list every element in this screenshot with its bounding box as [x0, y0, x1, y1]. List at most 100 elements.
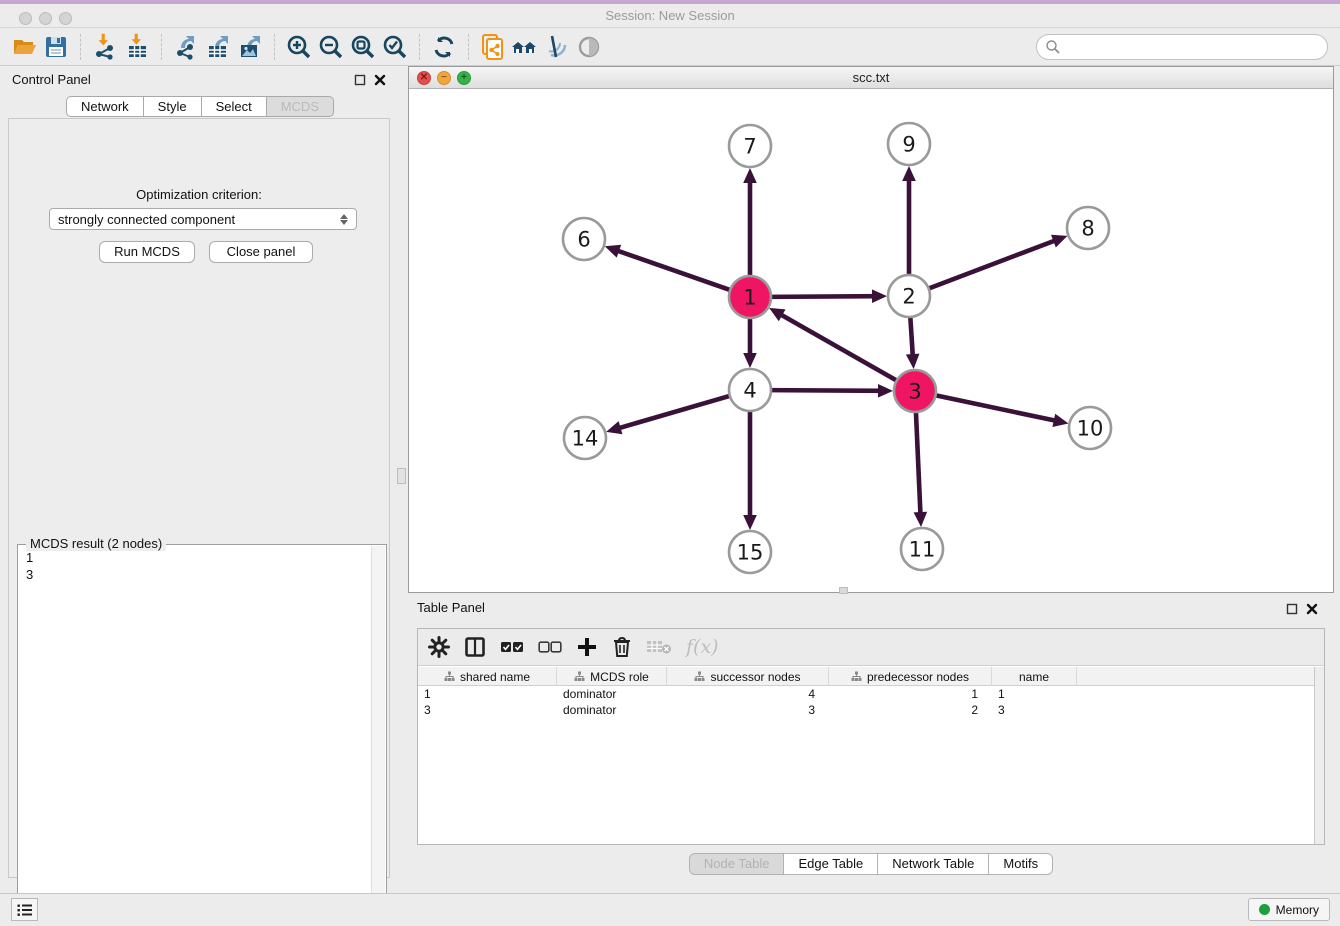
graph-node-label-14: 14 — [572, 427, 599, 451]
graph-edge-4-14[interactable] — [617, 395, 732, 428]
mcds-result-list[interactable]: 1 3 — [20, 549, 370, 918]
attribute-tree-icon — [444, 671, 455, 682]
add-column-icon[interactable] — [576, 632, 598, 662]
float-panel-icon[interactable] — [1286, 603, 1298, 615]
export-image-icon[interactable] — [234, 31, 266, 63]
graph-node-label-6: 6 — [577, 228, 590, 252]
zoom-selected-icon[interactable] — [379, 31, 411, 63]
close-panel-icon[interactable] — [374, 74, 386, 86]
graph-edge-arrowhead — [743, 515, 757, 530]
cell-MCDS-role[interactable]: dominator — [557, 702, 667, 718]
apply-layout-icon[interactable] — [428, 31, 460, 63]
delete-table-icon — [646, 632, 672, 662]
optimization-criterion-select[interactable]: strongly connected component — [49, 208, 357, 230]
graph-edge-arrowhead — [743, 353, 757, 368]
column-header-successor-nodes[interactable]: successor nodes — [667, 667, 829, 686]
cell-successor-nodes[interactable]: 3 — [667, 702, 829, 718]
column-header-shared-name[interactable]: shared name — [418, 667, 557, 686]
memory-status-icon — [1259, 904, 1270, 915]
toolbar-separator — [274, 34, 275, 60]
close-panel-icon[interactable] — [1306, 603, 1318, 615]
toolbar-separator — [468, 34, 469, 60]
attribute-tree-icon — [694, 671, 705, 682]
close-panel-button[interactable]: Close panel — [209, 241, 313, 263]
result-scrollbar[interactable] — [371, 546, 385, 919]
search-field[interactable] — [1036, 34, 1328, 60]
new-network-icon[interactable] — [477, 31, 509, 63]
export-network-icon[interactable] — [170, 31, 202, 63]
column-header-filler — [1077, 667, 1314, 686]
run-mcds-button[interactable]: Run MCDS — [99, 241, 195, 263]
tab-select[interactable]: Select — [202, 96, 267, 117]
table-row[interactable]: 3dominator323 — [418, 702, 1314, 718]
network-canvas[interactable]: 1234678910111415 — [409, 89, 1333, 592]
open-file-icon[interactable] — [8, 31, 40, 63]
cell-successor-nodes[interactable]: 4 — [667, 686, 829, 702]
deselect-all-icon[interactable] — [538, 632, 562, 662]
import-table-icon[interactable] — [121, 31, 153, 63]
control-panel-title: Control Panel — [12, 72, 91, 87]
graph-node-label-3: 3 — [908, 380, 921, 404]
table-toolbar: f(x) — [418, 629, 1324, 666]
zoom-in-icon[interactable] — [283, 31, 315, 63]
search-input[interactable] — [1061, 37, 1327, 57]
graph-edge-1-2[interactable] — [769, 296, 876, 297]
export-table-icon[interactable] — [202, 31, 234, 63]
graph-edge-2-8[interactable] — [927, 240, 1057, 290]
graph-edge-1-6[interactable] — [615, 250, 732, 291]
graph-node-label-8: 8 — [1081, 217, 1094, 241]
node-table-container: f(x) shared nameMCDS rolesuccessor nodes… — [417, 628, 1325, 845]
zoom-out-icon[interactable] — [315, 31, 347, 63]
hide-selected-icon[interactable] — [541, 31, 573, 63]
tab-network[interactable]: Network — [66, 96, 144, 117]
network-window-title: scc.txt — [409, 70, 1333, 85]
import-network-icon[interactable] — [89, 31, 121, 63]
tab-network-table[interactable]: Network Table — [878, 853, 989, 875]
memory-button[interactable]: Memory — [1248, 898, 1330, 921]
first-neighbors-icon[interactable] — [509, 31, 541, 63]
task-history-button[interactable] — [11, 898, 38, 921]
mcds-result-group: MCDS result (2 nodes) 1 3 — [17, 544, 387, 921]
column-header-MCDS-role[interactable]: MCDS role — [557, 667, 667, 686]
tab-motifs[interactable]: Motifs — [989, 853, 1053, 875]
cell-shared-name[interactable]: 3 — [418, 702, 557, 718]
show-graphics-details-icon[interactable] — [573, 31, 605, 63]
graph-edge-arrowhead — [605, 245, 621, 258]
split-view-icon[interactable] — [464, 632, 486, 662]
attribute-tree-icon — [851, 671, 862, 682]
table-body: 1dominator4113dominator323 — [418, 686, 1314, 844]
select-all-icon[interactable] — [500, 632, 524, 662]
zoom-fit-icon[interactable] — [347, 31, 379, 63]
cell-predecessor-nodes[interactable]: 2 — [829, 702, 992, 718]
graph-edge-3-10[interactable] — [934, 395, 1058, 421]
graph-node-label-4: 4 — [743, 379, 756, 403]
cell-predecessor-nodes[interactable]: 1 — [829, 686, 992, 702]
network-splitter-handle[interactable] — [839, 587, 848, 594]
table-tabs: Node TableEdge TableNetwork TableMotifs — [408, 853, 1334, 885]
cell-shared-name[interactable]: 1 — [418, 686, 557, 702]
app-title: Session: New Session — [0, 8, 1340, 23]
graph-edge-2-3[interactable] — [910, 315, 913, 358]
app-titlebar: Session: New Session — [0, 0, 1340, 28]
network-window-titlebar[interactable]: ✕ − + scc.txt — [409, 67, 1333, 89]
delete-icon[interactable] — [612, 632, 632, 662]
cell-name[interactable]: 3 — [992, 702, 1077, 718]
tab-mcds[interactable]: MCDS — [267, 96, 334, 117]
graph-edge-4-3[interactable] — [769, 390, 882, 391]
tab-node-table[interactable]: Node Table — [689, 853, 785, 875]
table-row[interactable]: 1dominator411 — [418, 686, 1314, 702]
graph-node-label-1: 1 — [743, 286, 756, 310]
table-scrollbar[interactable] — [1314, 667, 1324, 844]
column-header-name[interactable]: name — [992, 667, 1077, 686]
cell-MCDS-role[interactable]: dominator — [557, 686, 667, 702]
float-panel-icon[interactable] — [354, 74, 366, 86]
column-header-predecessor-nodes[interactable]: predecessor nodes — [829, 667, 992, 686]
gear-icon[interactable] — [428, 632, 450, 662]
panel-splitter-handle[interactable] — [397, 468, 406, 484]
graph-edge-3-1[interactable] — [779, 313, 899, 381]
save-session-icon[interactable] — [40, 31, 72, 63]
tab-style[interactable]: Style — [144, 96, 202, 117]
graph-edge-3-11[interactable] — [916, 410, 921, 516]
cell-name[interactable]: 1 — [992, 686, 1077, 702]
tab-edge-table[interactable]: Edge Table — [784, 853, 878, 875]
